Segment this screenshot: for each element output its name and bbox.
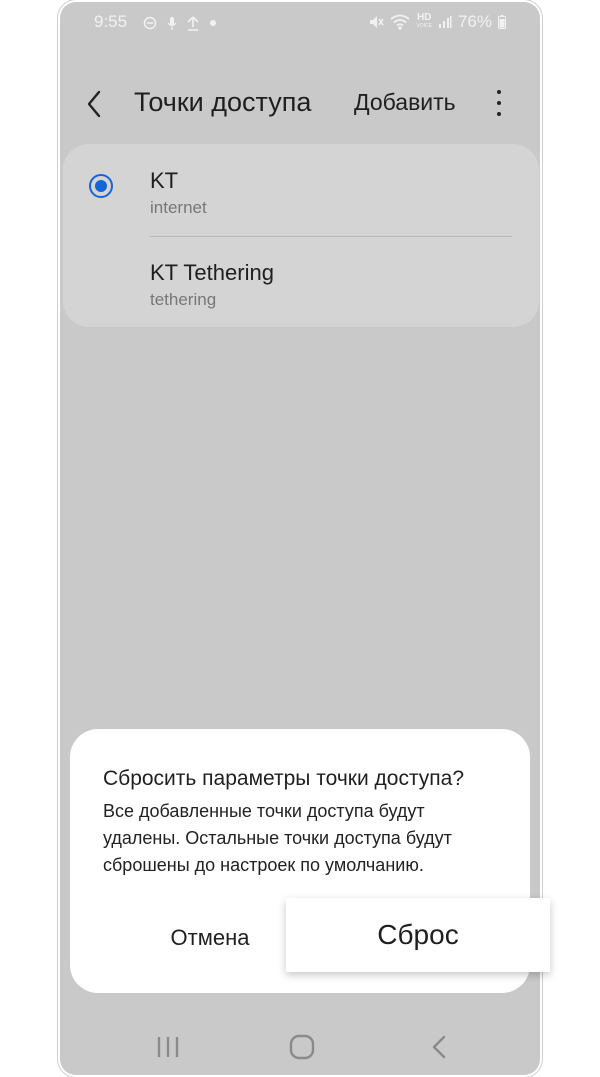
apn-type: internet xyxy=(150,198,207,217)
chevron-left-icon xyxy=(87,90,101,118)
more-options-icon[interactable] xyxy=(492,90,506,116)
dialog-message-line: сброшены до настроек по умолчанию. xyxy=(103,855,424,875)
add-button[interactable]: Добавить xyxy=(354,89,456,116)
dialog-title: Сбросить параметры точки доступа? xyxy=(103,767,465,790)
status-bar: 9:55 HD VOICE 76% xyxy=(60,10,540,36)
dialog-message-line: удалены. Остальные точки доступа будут xyxy=(103,828,452,848)
hd-voice-icon: HD VOICE xyxy=(416,13,432,31)
apn-item-kt[interactable]: KT internet xyxy=(63,144,539,234)
hd-label: HD xyxy=(416,12,432,23)
minus-circle-icon xyxy=(143,14,157,32)
voice-label: VOICE xyxy=(416,23,432,29)
home-icon[interactable] xyxy=(289,1034,315,1065)
mic-icon xyxy=(167,14,177,32)
upload-icon xyxy=(187,14,199,32)
apn-type: tethering xyxy=(150,290,217,309)
apn-list: KT internet KT Tethering tethering xyxy=(63,144,539,327)
app-bar: Точки доступа Добавить xyxy=(60,80,540,128)
apn-name: KT Tethering xyxy=(150,260,274,285)
dialog-message: Все добавленные точки доступа будут удал… xyxy=(103,798,503,879)
battery-percent: 76% xyxy=(457,12,492,31)
status-right-icons: HD VOICE 76% xyxy=(368,12,506,32)
reset-button[interactable]: Сброс xyxy=(286,898,550,972)
status-left-icons xyxy=(143,14,217,32)
recent-apps-icon[interactable] xyxy=(155,1034,181,1065)
radio-selected-icon[interactable] xyxy=(89,174,113,198)
apn-item-kt-tethering[interactable]: KT Tethering tethering xyxy=(63,236,539,326)
battery-icon xyxy=(498,13,506,31)
wifi-icon xyxy=(390,13,410,31)
navigation-bar xyxy=(60,1022,540,1072)
apn-name: KT xyxy=(150,168,179,193)
mute-icon xyxy=(368,13,385,31)
dialog-message-line: Все добавленные точки доступа будут xyxy=(103,801,425,821)
cancel-button[interactable]: Отмена xyxy=(130,899,290,977)
back-icon[interactable] xyxy=(430,1034,448,1065)
status-time: 9:55 xyxy=(94,12,128,31)
page-title: Точки доступа xyxy=(134,87,312,117)
back-button[interactable] xyxy=(86,86,110,122)
dot-icon xyxy=(209,14,217,32)
signal-icon xyxy=(438,13,452,31)
